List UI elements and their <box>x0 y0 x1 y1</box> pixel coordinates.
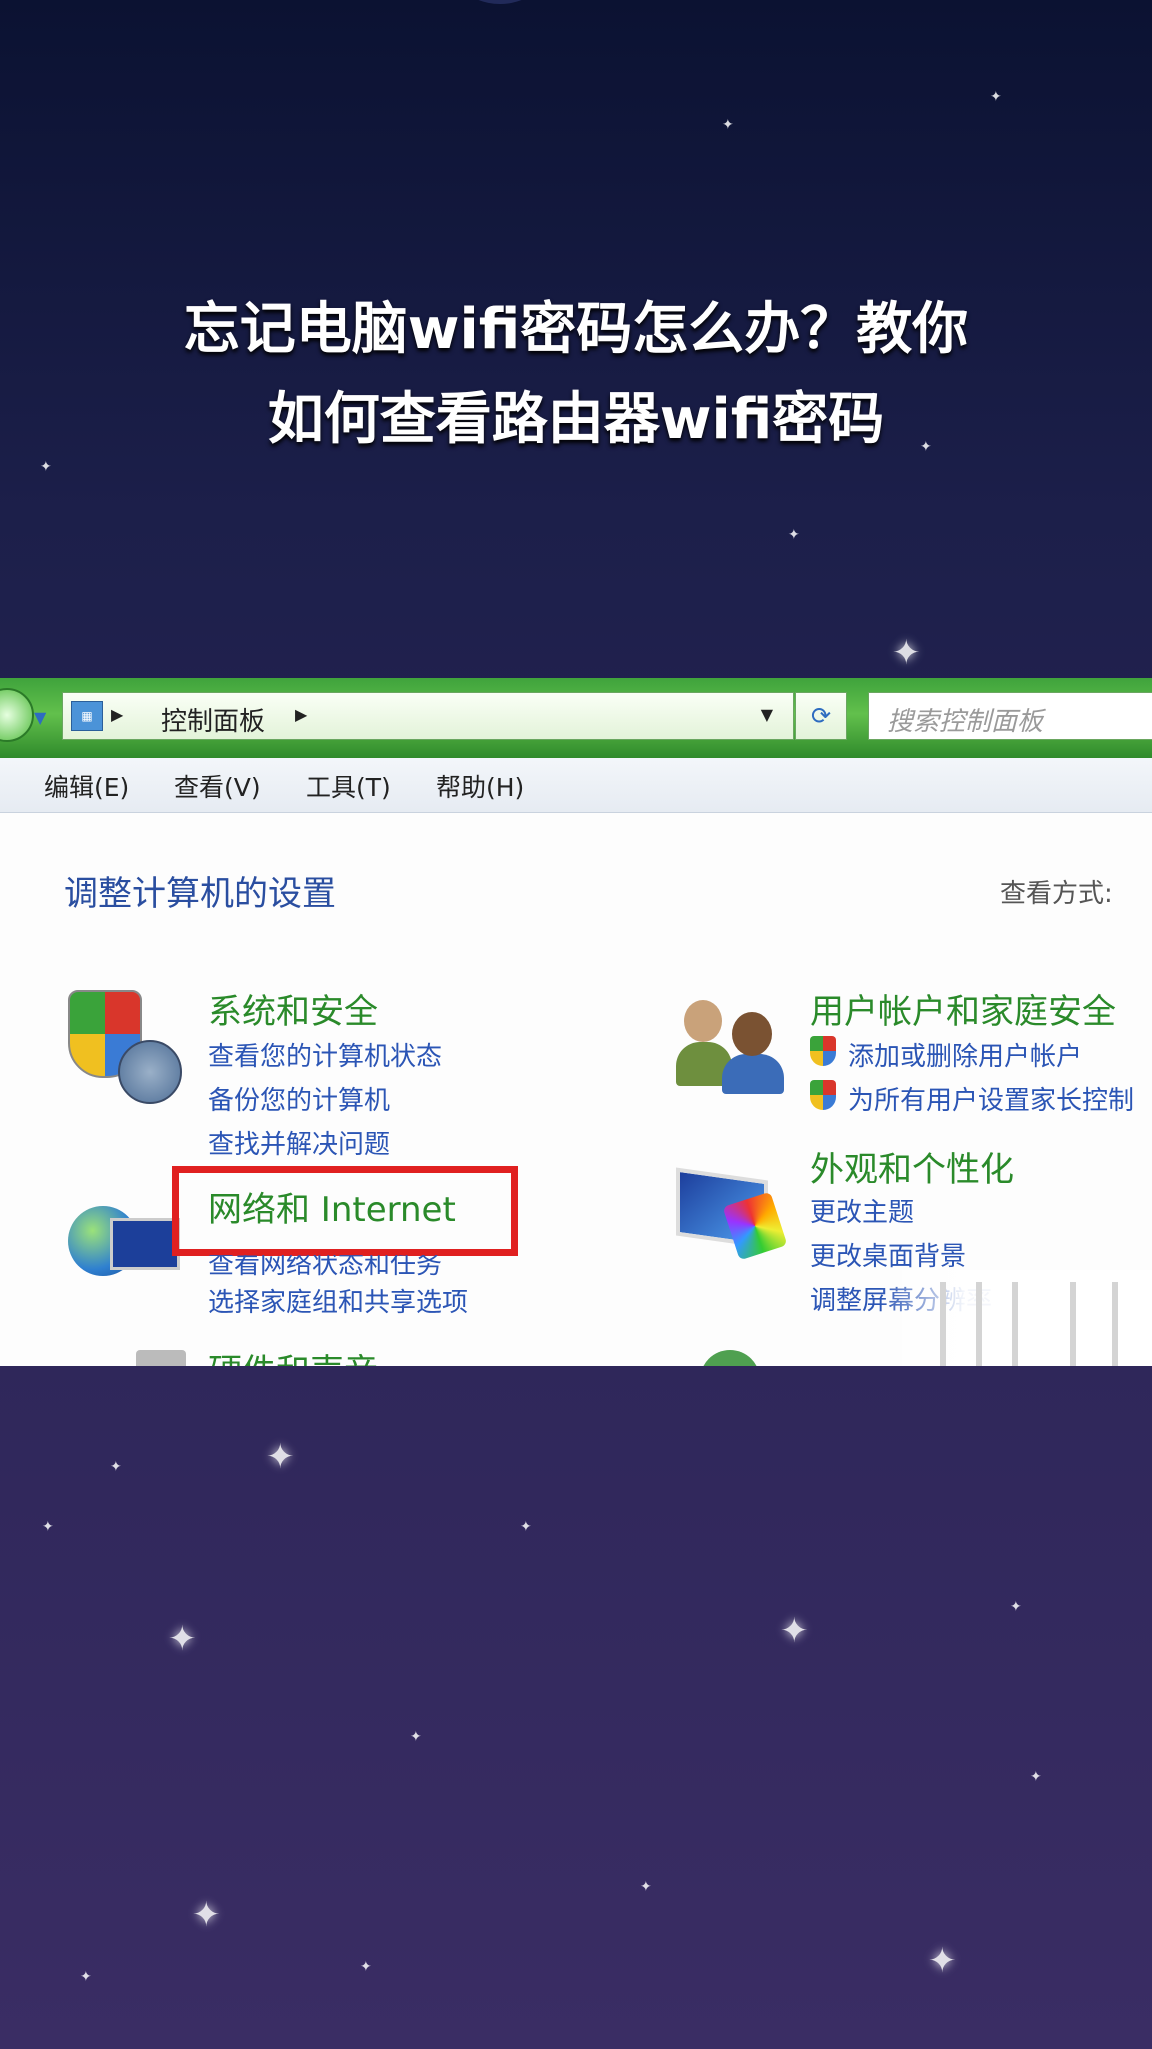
menu-edit[interactable]: 编辑(E) <box>44 768 129 804</box>
link-homegroup-sharing[interactable]: 选择家庭组和共享选项 <box>208 1282 468 1319</box>
view-by-label: 查看方式: <box>1000 879 1113 909</box>
title-line-1: 忘记电脑wifi密码怎么办？教你 <box>183 297 969 362</box>
menu-help[interactable]: 帮助(H) <box>436 768 524 804</box>
network-monitor-icon <box>110 1218 180 1270</box>
link-change-background[interactable]: 更改桌面背景 <box>810 1236 966 1273</box>
breadcrumb-field[interactable]: ▦ ▶ 控制面板 ▶ ▼ <box>62 692 794 740</box>
breadcrumb-control-panel[interactable]: 控制面板 <box>161 701 265 738</box>
address-bar: ▼ ▦ ▶ 控制面板 ▶ ▼ ⟳ 搜索控制面板 <box>0 678 1152 758</box>
user-accounts-icon <box>676 996 786 1094</box>
clock-region-icon <box>700 1350 760 1366</box>
category-system-security[interactable]: 系统和安全 <box>208 984 378 1033</box>
control-panel-screenshot: ▼ ▦ ▶ 控制面板 ▶ ▼ ⟳ 搜索控制面板 编辑(E) 查看(V) 工具(T… <box>0 678 1152 1366</box>
menu-view[interactable]: 查看(V) <box>174 768 261 804</box>
page-heading: 调整计算机的设置 <box>64 874 336 914</box>
link-backup-computer[interactable]: 备份您的计算机 <box>208 1080 390 1117</box>
link-troubleshoot[interactable]: 查找并解决问题 <box>208 1124 390 1161</box>
system-gauge-icon <box>118 1040 182 1104</box>
control-panel-icon: ▦ <box>71 701 103 731</box>
chevron-right-icon[interactable]: ▶ <box>111 705 123 724</box>
link-change-theme[interactable]: 更改主题 <box>810 1192 914 1229</box>
video-title: 忘记电脑wifi密码怎么办？教你 如何查看路由器wifi密码 <box>0 285 1152 465</box>
category-appearance[interactable]: 外观和个性化 <box>810 1142 1014 1191</box>
uac-shield-icon <box>810 1080 836 1110</box>
menu-tools[interactable]: 工具(T) <box>306 768 391 804</box>
menu-bar: 编辑(E) 查看(V) 工具(T) 帮助(H) <box>0 758 1152 813</box>
title-line-2: 如何查看路由器wifi密码 <box>267 387 885 452</box>
chevron-right-icon[interactable]: ▶ <box>295 705 307 724</box>
link-parental-controls[interactable]: 为所有用户设置家长控制 <box>848 1080 1134 1117</box>
uac-shield-icon <box>810 1036 836 1066</box>
chevron-down-icon[interactable]: ▼ <box>761 705 773 724</box>
link-add-remove-users[interactable]: 添加或删除用户帐户 <box>848 1036 1082 1073</box>
category-hardware-sound[interactable]: 硬件和声音 <box>208 1344 378 1366</box>
watermark-overlay <box>880 1270 1152 1366</box>
back-button[interactable] <box>0 688 34 742</box>
history-dropdown-icon[interactable]: ▼ <box>34 708 46 727</box>
search-placeholder: 搜索控制面板 <box>887 707 1044 737</box>
highlight-box <box>172 1166 518 1256</box>
search-input[interactable]: 搜索控制面板 <box>868 692 1152 740</box>
link-view-computer-status[interactable]: 查看您的计算机状态 <box>208 1036 442 1073</box>
hardware-icon <box>136 1350 186 1366</box>
refresh-button[interactable]: ⟳ <box>795 692 847 740</box>
category-user-accounts[interactable]: 用户帐户和家庭安全 <box>810 984 1116 1033</box>
